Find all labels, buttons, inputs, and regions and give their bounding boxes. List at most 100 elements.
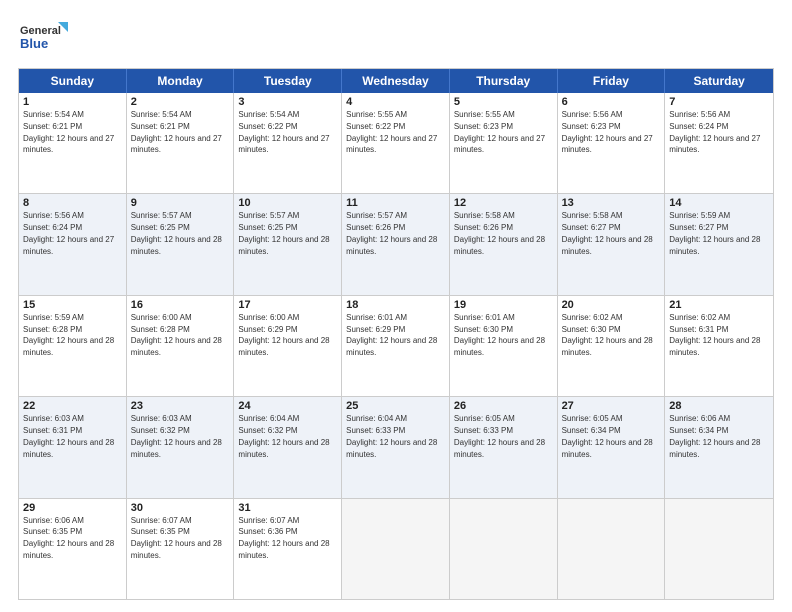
calendar-body: 1 Sunrise: 5:54 AMSunset: 6:21 PMDayligh… xyxy=(19,93,773,599)
cell-info: Sunrise: 5:59 AMSunset: 6:27 PMDaylight:… xyxy=(669,211,760,255)
cell-info: Sunrise: 5:58 AMSunset: 6:27 PMDaylight:… xyxy=(562,211,653,255)
cell-info: Sunrise: 5:57 AMSunset: 6:25 PMDaylight:… xyxy=(238,211,329,255)
day-cell-21: 21 Sunrise: 6:02 AMSunset: 6:31 PMDaylig… xyxy=(665,296,773,396)
day-cell-19: 19 Sunrise: 6:01 AMSunset: 6:30 PMDaylig… xyxy=(450,296,558,396)
day-number: 17 xyxy=(238,299,337,311)
cell-info: Sunrise: 6:05 AMSunset: 6:34 PMDaylight:… xyxy=(562,414,653,458)
day-cell-28: 28 Sunrise: 6:06 AMSunset: 6:34 PMDaylig… xyxy=(665,397,773,497)
cell-info: Sunrise: 5:54 AMSunset: 6:21 PMDaylight:… xyxy=(131,110,222,154)
day-number: 16 xyxy=(131,299,230,311)
day-number: 2 xyxy=(131,96,230,108)
cell-info: Sunrise: 6:07 AMSunset: 6:35 PMDaylight:… xyxy=(131,516,222,560)
logo-svg: General Blue xyxy=(18,18,68,58)
cell-info: Sunrise: 6:04 AMSunset: 6:32 PMDaylight:… xyxy=(238,414,329,458)
day-number: 12 xyxy=(454,197,553,209)
day-cell-6: 6 Sunrise: 5:56 AMSunset: 6:23 PMDayligh… xyxy=(558,93,666,193)
cell-info: Sunrise: 5:55 AMSunset: 6:22 PMDaylight:… xyxy=(346,110,437,154)
cell-info: Sunrise: 6:03 AMSunset: 6:31 PMDaylight:… xyxy=(23,414,114,458)
day-cell-31: 31 Sunrise: 6:07 AMSunset: 6:36 PMDaylig… xyxy=(234,499,342,599)
header-day-monday: Monday xyxy=(127,69,235,93)
cell-info: Sunrise: 6:02 AMSunset: 6:31 PMDaylight:… xyxy=(669,313,760,357)
day-cell-2: 2 Sunrise: 5:54 AMSunset: 6:21 PMDayligh… xyxy=(127,93,235,193)
cell-info: Sunrise: 5:56 AMSunset: 6:23 PMDaylight:… xyxy=(562,110,653,154)
cell-info: Sunrise: 5:54 AMSunset: 6:22 PMDaylight:… xyxy=(238,110,329,154)
day-cell-17: 17 Sunrise: 6:00 AMSunset: 6:29 PMDaylig… xyxy=(234,296,342,396)
header-day-sunday: Sunday xyxy=(19,69,127,93)
day-cell-9: 9 Sunrise: 5:57 AMSunset: 6:25 PMDayligh… xyxy=(127,194,235,294)
calendar-row-1: 1 Sunrise: 5:54 AMSunset: 6:21 PMDayligh… xyxy=(19,93,773,194)
day-cell-3: 3 Sunrise: 5:54 AMSunset: 6:22 PMDayligh… xyxy=(234,93,342,193)
day-cell-23: 23 Sunrise: 6:03 AMSunset: 6:32 PMDaylig… xyxy=(127,397,235,497)
header-day-saturday: Saturday xyxy=(665,69,773,93)
day-number: 25 xyxy=(346,400,445,412)
calendar-row-3: 15 Sunrise: 5:59 AMSunset: 6:28 PMDaylig… xyxy=(19,296,773,397)
day-cell-11: 11 Sunrise: 5:57 AMSunset: 6:26 PMDaylig… xyxy=(342,194,450,294)
day-number: 13 xyxy=(562,197,661,209)
day-cell-15: 15 Sunrise: 5:59 AMSunset: 6:28 PMDaylig… xyxy=(19,296,127,396)
cell-info: Sunrise: 5:56 AMSunset: 6:24 PMDaylight:… xyxy=(23,211,114,255)
day-number: 9 xyxy=(131,197,230,209)
day-number: 8 xyxy=(23,197,122,209)
day-cell-20: 20 Sunrise: 6:02 AMSunset: 6:30 PMDaylig… xyxy=(558,296,666,396)
cell-info: Sunrise: 5:58 AMSunset: 6:26 PMDaylight:… xyxy=(454,211,545,255)
day-number: 31 xyxy=(238,502,337,514)
day-cell-30: 30 Sunrise: 6:07 AMSunset: 6:35 PMDaylig… xyxy=(127,499,235,599)
calendar-row-2: 8 Sunrise: 5:56 AMSunset: 6:24 PMDayligh… xyxy=(19,194,773,295)
header-day-wednesday: Wednesday xyxy=(342,69,450,93)
day-number: 4 xyxy=(346,96,445,108)
day-cell-13: 13 Sunrise: 5:58 AMSunset: 6:27 PMDaylig… xyxy=(558,194,666,294)
cell-info: Sunrise: 6:04 AMSunset: 6:33 PMDaylight:… xyxy=(346,414,437,458)
cell-info: Sunrise: 5:57 AMSunset: 6:25 PMDaylight:… xyxy=(131,211,222,255)
day-number: 24 xyxy=(238,400,337,412)
day-number: 7 xyxy=(669,96,769,108)
day-cell-4: 4 Sunrise: 5:55 AMSunset: 6:22 PMDayligh… xyxy=(342,93,450,193)
day-number: 22 xyxy=(23,400,122,412)
day-cell-27: 27 Sunrise: 6:05 AMSunset: 6:34 PMDaylig… xyxy=(558,397,666,497)
cell-info: Sunrise: 6:00 AMSunset: 6:29 PMDaylight:… xyxy=(238,313,329,357)
cell-info: Sunrise: 5:54 AMSunset: 6:21 PMDaylight:… xyxy=(23,110,114,154)
calendar-row-5: 29 Sunrise: 6:06 AMSunset: 6:35 PMDaylig… xyxy=(19,499,773,599)
day-number: 15 xyxy=(23,299,122,311)
cell-info: Sunrise: 6:01 AMSunset: 6:30 PMDaylight:… xyxy=(454,313,545,357)
day-number: 26 xyxy=(454,400,553,412)
cell-info: Sunrise: 5:59 AMSunset: 6:28 PMDaylight:… xyxy=(23,313,114,357)
logo: General Blue xyxy=(18,18,68,58)
header-day-thursday: Thursday xyxy=(450,69,558,93)
cell-info: Sunrise: 6:07 AMSunset: 6:36 PMDaylight:… xyxy=(238,516,329,560)
cell-info: Sunrise: 6:06 AMSunset: 6:34 PMDaylight:… xyxy=(669,414,760,458)
cell-info: Sunrise: 6:02 AMSunset: 6:30 PMDaylight:… xyxy=(562,313,653,357)
day-number: 11 xyxy=(346,197,445,209)
day-cell-16: 16 Sunrise: 6:00 AMSunset: 6:28 PMDaylig… xyxy=(127,296,235,396)
cell-info: Sunrise: 5:56 AMSunset: 6:24 PMDaylight:… xyxy=(669,110,760,154)
empty-cell xyxy=(342,499,450,599)
calendar-row-4: 22 Sunrise: 6:03 AMSunset: 6:31 PMDaylig… xyxy=(19,397,773,498)
empty-cell xyxy=(558,499,666,599)
day-cell-7: 7 Sunrise: 5:56 AMSunset: 6:24 PMDayligh… xyxy=(665,93,773,193)
empty-cell xyxy=(450,499,558,599)
day-number: 19 xyxy=(454,299,553,311)
day-cell-5: 5 Sunrise: 5:55 AMSunset: 6:23 PMDayligh… xyxy=(450,93,558,193)
day-cell-29: 29 Sunrise: 6:06 AMSunset: 6:35 PMDaylig… xyxy=(19,499,127,599)
day-number: 18 xyxy=(346,299,445,311)
day-number: 20 xyxy=(562,299,661,311)
empty-cell xyxy=(665,499,773,599)
day-cell-8: 8 Sunrise: 5:56 AMSunset: 6:24 PMDayligh… xyxy=(19,194,127,294)
calendar: SundayMondayTuesdayWednesdayThursdayFrid… xyxy=(18,68,774,600)
cell-info: Sunrise: 6:05 AMSunset: 6:33 PMDaylight:… xyxy=(454,414,545,458)
day-number: 29 xyxy=(23,502,122,514)
cell-info: Sunrise: 6:01 AMSunset: 6:29 PMDaylight:… xyxy=(346,313,437,357)
day-number: 6 xyxy=(562,96,661,108)
day-number: 14 xyxy=(669,197,769,209)
day-cell-14: 14 Sunrise: 5:59 AMSunset: 6:27 PMDaylig… xyxy=(665,194,773,294)
cell-info: Sunrise: 6:00 AMSunset: 6:28 PMDaylight:… xyxy=(131,313,222,357)
day-cell-26: 26 Sunrise: 6:05 AMSunset: 6:33 PMDaylig… xyxy=(450,397,558,497)
cell-info: Sunrise: 6:03 AMSunset: 6:32 PMDaylight:… xyxy=(131,414,222,458)
day-cell-18: 18 Sunrise: 6:01 AMSunset: 6:29 PMDaylig… xyxy=(342,296,450,396)
day-number: 3 xyxy=(238,96,337,108)
cell-info: Sunrise: 5:55 AMSunset: 6:23 PMDaylight:… xyxy=(454,110,545,154)
day-cell-1: 1 Sunrise: 5:54 AMSunset: 6:21 PMDayligh… xyxy=(19,93,127,193)
day-number: 28 xyxy=(669,400,769,412)
day-cell-12: 12 Sunrise: 5:58 AMSunset: 6:26 PMDaylig… xyxy=(450,194,558,294)
header-day-friday: Friday xyxy=(558,69,666,93)
day-number: 5 xyxy=(454,96,553,108)
